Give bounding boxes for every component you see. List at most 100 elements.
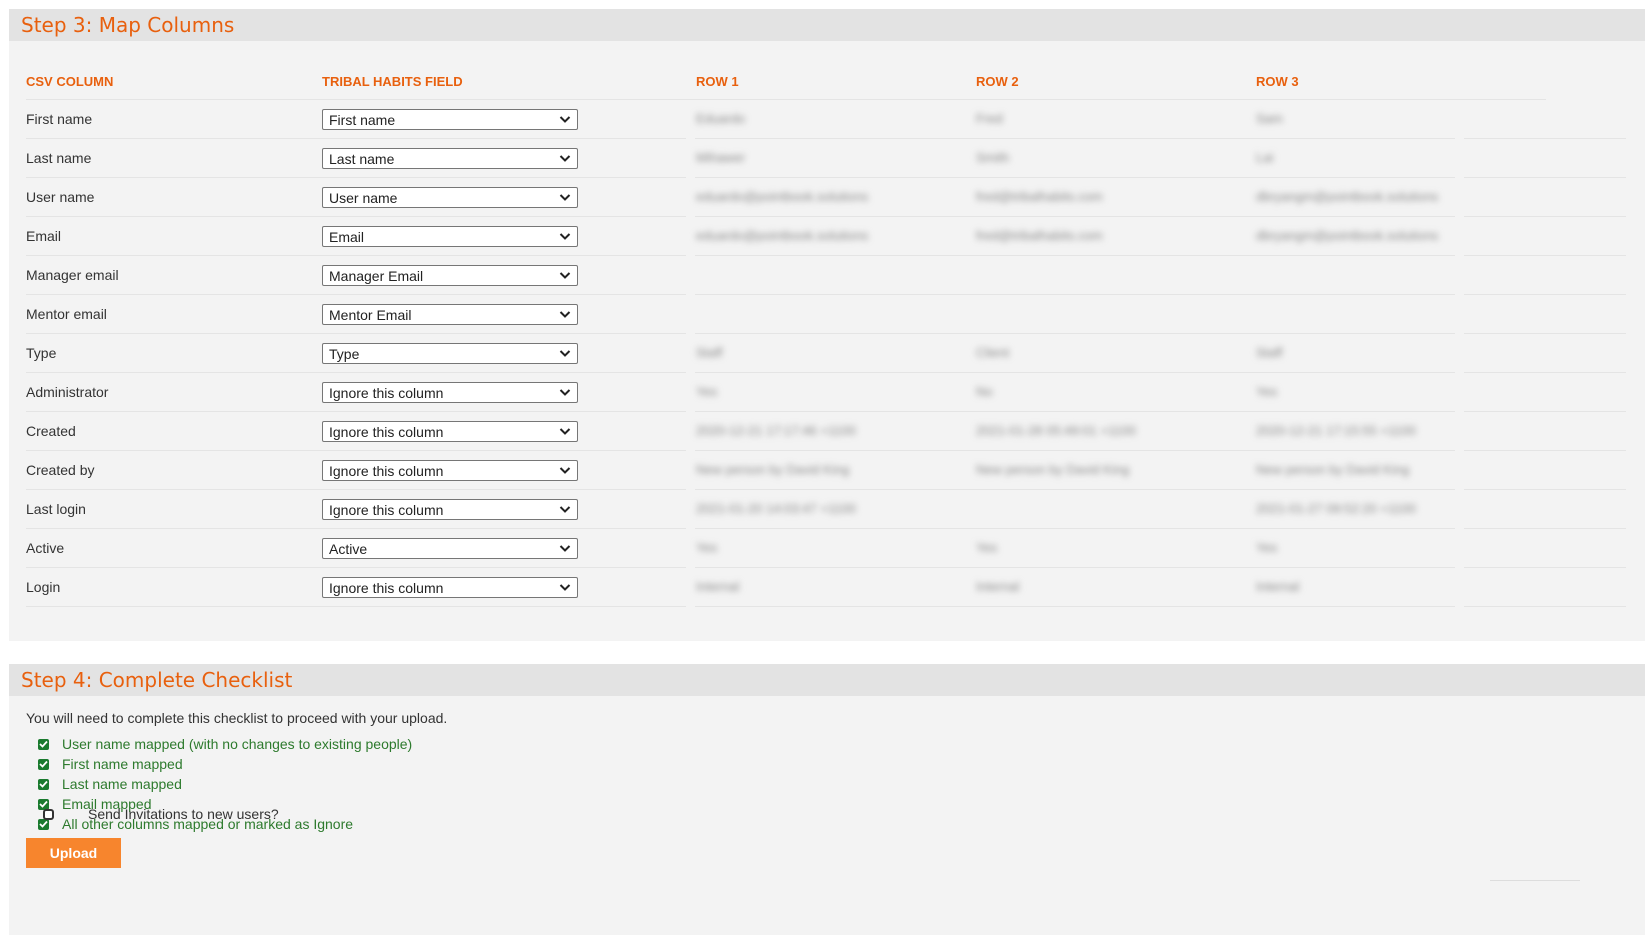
chevron-down-icon [559, 389, 571, 396]
row-3-value: Lai [1256, 150, 1274, 165]
csv-column-name: Created [26, 423, 76, 439]
row-3-value: Sam [1256, 111, 1283, 126]
chevron-down-icon [559, 155, 571, 162]
csv-column-name: Active [26, 540, 65, 556]
row-1-value: 2020-12-21 17:17:46 +1100 [696, 423, 856, 438]
row-2-value: Internal [976, 579, 1020, 594]
csv-column-name: Last name [26, 150, 92, 166]
csv-column-name: Manager email [26, 267, 119, 283]
chevron-down-icon [559, 584, 571, 591]
header-row-3: ROW 3 [1256, 74, 1299, 89]
row-3-value: Yes [1256, 540, 1278, 555]
check-item-lastname: Last name mapped [38, 774, 412, 794]
csv-column-name: User name [26, 189, 95, 205]
field-select[interactable]: Ignore this column [322, 577, 578, 598]
field-select[interactable]: Active [322, 538, 578, 559]
field-select[interactable]: Email [322, 226, 578, 247]
chevron-down-icon [559, 428, 571, 435]
field-select-value: Active [329, 540, 368, 557]
mapping-table-header: CSV COLUMN TRIBAL HABITS FIELD ROW 1 ROW… [26, 60, 1626, 100]
row-1-value: Mihawer [696, 150, 746, 165]
check-label: User name mapped (with no changes to exi… [62, 736, 413, 752]
check-item-username: User name mapped (with no changes to exi… [38, 734, 412, 754]
upload-button[interactable]: Upload [26, 838, 121, 868]
checklist-title: Step 4: Complete Checklist [21, 668, 293, 692]
row-3-value: dbryangm@pointbook.solutions [1256, 228, 1439, 243]
row-3-value: New person by David King [1256, 462, 1410, 477]
row-divider [26, 606, 686, 607]
checkbox-checked-icon [38, 738, 49, 750]
csv-column-name: Type [26, 345, 57, 361]
row-1-value: Internal [696, 579, 740, 594]
chevron-down-icon [559, 272, 571, 279]
header-row-2: ROW 2 [976, 74, 1019, 89]
row-2-value: fred@tribalhabits.com [976, 228, 1103, 243]
field-select[interactable]: First name [322, 109, 578, 130]
row-1-value: Yes [696, 540, 718, 555]
table-row: Active Active Yes Yes Yes [26, 529, 1626, 568]
table-row: Created Ignore this column 2020-12-21 17:1… [26, 412, 1626, 451]
row-1-value: Eduardo [696, 111, 746, 126]
csv-column-name: Administrator [26, 384, 109, 400]
send-invitations-checkbox[interactable] [43, 808, 54, 820]
chevron-down-icon [559, 545, 571, 552]
chevron-down-icon [559, 311, 571, 318]
table-row: Last name Last name Mihawer Smith Lai [26, 139, 1626, 178]
chevron-down-icon [559, 194, 571, 201]
field-select[interactable]: Manager Email [322, 265, 578, 286]
field-select[interactable]: Ignore this column [322, 421, 578, 442]
send-invitations-option[interactable]: Send Invitations to new users? [43, 806, 279, 822]
table-row: Mentor email Mentor Email [26, 295, 1626, 334]
row-2-value: Client [976, 345, 1010, 360]
field-select[interactable]: Ignore this column [322, 460, 578, 481]
table-row: Administrator Ignore this column Yes No Yes [26, 373, 1626, 412]
row-3-value: Internal [1256, 579, 1300, 594]
row-2-value: Yes [976, 540, 998, 555]
row-1-value: New person by David King [696, 462, 850, 477]
csv-column-name: Mentor email [26, 306, 107, 322]
row-divider [695, 606, 1455, 607]
field-select[interactable]: Mentor Email [322, 304, 578, 325]
row-1-value: eduardo@pointbook.solutions [696, 189, 869, 204]
row-2-value: Smith [976, 150, 1010, 165]
field-select[interactable]: User name [322, 187, 578, 208]
check-label: Last name mapped [62, 776, 182, 792]
table-row: Email Email eduardo@pointbook.solutions fre… [26, 217, 1626, 256]
chevron-down-icon [559, 233, 571, 240]
field-select[interactable]: Ignore this column [322, 382, 578, 403]
table-row: First name First name Eduardo Fred Sam [26, 100, 1626, 139]
checklist-intro: You will need to complete this checklist… [26, 710, 448, 726]
header-row-1: ROW 1 [696, 74, 739, 89]
field-select-value: Ignore this column [329, 384, 444, 401]
csv-column-name: First name [26, 111, 93, 127]
row-2-value: No [976, 384, 993, 399]
field-select-value: First name [329, 111, 396, 128]
field-select-value: Email [329, 228, 365, 245]
table-row: Login Ignore this column Internal Internal I… [26, 568, 1626, 607]
csv-column-name: Email [26, 228, 62, 244]
checklist-panel: Step 4: Complete Checklist You will need… [9, 664, 1645, 935]
csv-column-name: Login [26, 579, 61, 595]
check-label: First name mapped [62, 756, 183, 772]
chevron-down-icon [559, 350, 571, 357]
row-divider [1464, 606, 1626, 607]
row-1-value: eduardo@pointbook.solutions [696, 228, 869, 243]
row-3-value: dbryangm@pointbook.solutions [1256, 189, 1439, 204]
header-csv-column: CSV COLUMN [26, 74, 114, 89]
field-select-value: Ignore this column [329, 579, 444, 596]
field-select[interactable]: Last name [322, 148, 578, 169]
check-item-firstname: First name mapped [38, 754, 412, 774]
row-2-value: Fred [976, 111, 1003, 126]
map-columns-header: Step 3: Map Columns [9, 9, 1645, 41]
checkbox-checked-icon [38, 778, 49, 790]
field-select-value: Ignore this column [329, 462, 444, 479]
field-select-value: Manager Email [329, 267, 424, 284]
field-select[interactable]: Ignore this column [322, 499, 578, 520]
row-1-value: Yes [696, 384, 718, 399]
checklist-header: Step 4: Complete Checklist [9, 664, 1645, 696]
row-3-value: 2021-01-27 09:52:20 +1100 [1256, 501, 1416, 516]
row-2-value: fred@tribalhabits.com [976, 189, 1103, 204]
row-2-value: New person by David King [976, 462, 1130, 477]
send-invitations-label: Send Invitations to new users? [88, 806, 279, 822]
field-select[interactable]: Type [322, 343, 578, 364]
